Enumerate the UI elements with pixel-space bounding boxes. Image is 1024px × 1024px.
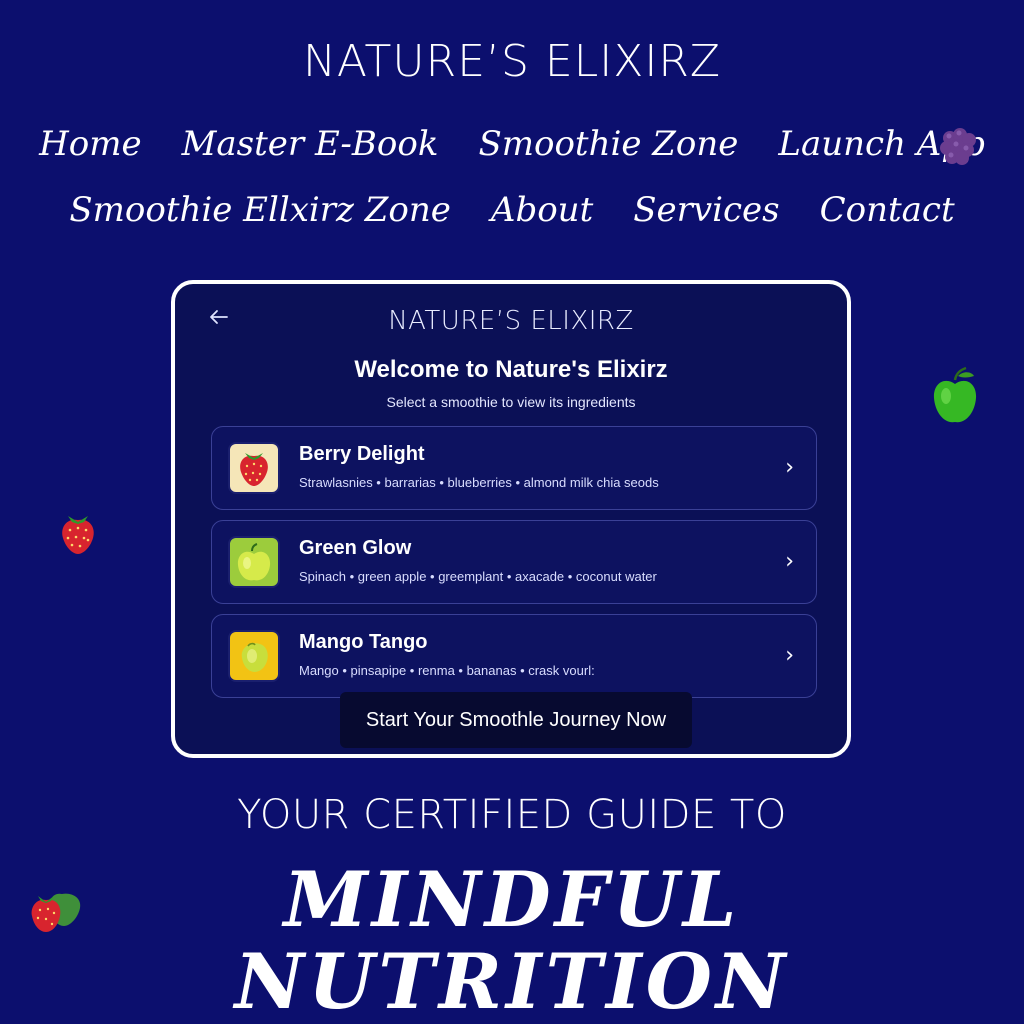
tagline: YOUR CERTIFIED GUIDE TO (237, 792, 787, 838)
green-apple-icon (228, 536, 280, 588)
app-brand: NATURE’S ELIXIRZ (388, 306, 634, 336)
site-brand: NATURE’S ELIXIRZ (302, 36, 722, 87)
start-journey-button[interactable]: Start Your Smoothle Journey Now (340, 692, 692, 748)
smoothie-name: Mango Tango (299, 631, 428, 653)
nav-contact[interactable]: Contact (820, 190, 955, 230)
smoothie-ingredients: Strawlasnies • barrarias • blueberries •… (299, 475, 659, 490)
green-apple-icon (930, 366, 980, 432)
nav-smoothie-zone[interactable]: Smoothie Zone (478, 124, 738, 164)
headline-line-2: NUTRITION (234, 937, 790, 1024)
nav-services[interactable]: Services (633, 190, 779, 230)
strawberry-icon (58, 510, 98, 560)
smoothie-name: Berry Delight (299, 443, 425, 465)
smoothie-item-mango-tango[interactable]: Mango Tango Mango • pinsapipe • renma • … (211, 614, 817, 698)
mango-icon (228, 630, 280, 682)
smoothie-ingredients: Spinach • green apple • greemplant • axa… (299, 569, 657, 584)
smoothie-list: Berry Delight Strawlasnies • barrarias •… (211, 426, 817, 708)
chevron-right-icon: › (785, 455, 794, 480)
blackberry-icon (936, 122, 980, 172)
headline-line-1: MINDFUL (283, 855, 741, 944)
app-welcome-title: Welcome to Nature's Elixirz (354, 356, 668, 383)
smoothie-ingredients: Mango • pinsapipe • renma • bananas • cr… (299, 663, 595, 678)
strawberry-icon (228, 442, 280, 494)
nav-about[interactable]: About (491, 190, 593, 230)
app-preview-card: NATURE’S ELIXIRZ Welcome to Nature's Eli… (171, 280, 851, 758)
smoothie-name: Green Glow (299, 537, 412, 559)
smoothie-item-green-glow[interactable]: Green Glow Spinach • green apple • greem… (211, 520, 817, 604)
chevron-right-icon: › (785, 549, 794, 574)
main-nav-row-1: Home Master E-Book Smoothie Zone Launch … (0, 124, 1024, 164)
chevron-right-icon: › (785, 643, 794, 668)
app-subtitle: Select a smoothie to view its ingredient… (386, 394, 636, 410)
smoothie-item-berry-delight[interactable]: Berry Delight Strawlasnies • barrarias •… (211, 426, 817, 510)
nav-home[interactable]: Home (39, 124, 141, 164)
nav-smoothie-elixirz-zone[interactable]: Smoothie Ellxirz Zone (69, 190, 451, 230)
main-nav-row-2: Smoothie Ellxirz Zone About Services Con… (0, 190, 1024, 230)
nav-master-ebook[interactable]: Master E-Book (182, 124, 439, 164)
